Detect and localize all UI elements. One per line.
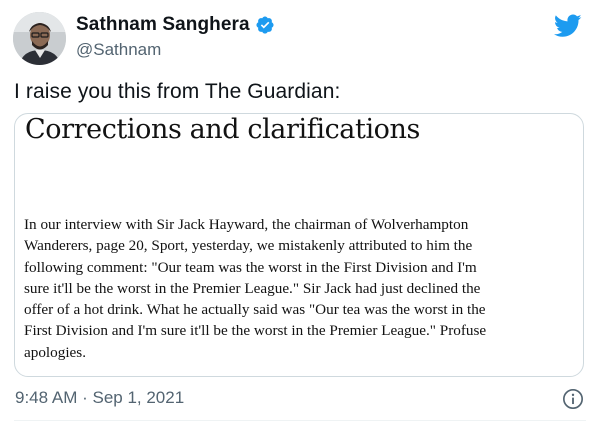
card-body-line: Wanderers, page 20, Sport, yesterday, we… bbox=[24, 237, 473, 255]
divider bbox=[14, 420, 586, 421]
avatar[interactable] bbox=[13, 12, 66, 65]
card-title: Corrections and clarifications bbox=[25, 114, 420, 145]
info-icon[interactable] bbox=[562, 388, 584, 410]
tweet-text: I raise you this from The Guardian: bbox=[14, 80, 341, 103]
author-display-name[interactable]: Sathnam Sanghera bbox=[76, 14, 250, 36]
timestamp[interactable]: 9:48 AM · Sep 1, 2021 bbox=[15, 388, 184, 408]
verified-badge-icon bbox=[256, 16, 274, 34]
author-name-row[interactable]: Sathnam Sanghera bbox=[76, 14, 275, 36]
card-body-line: sure it'll be the worst in the Premier L… bbox=[24, 279, 481, 297]
card-body: In our interview with Sir Jack Hayward, … bbox=[24, 214, 574, 363]
twitter-bird-icon[interactable] bbox=[554, 14, 582, 38]
author-handle[interactable]: @Sathnam bbox=[76, 40, 161, 60]
card-body-line: offer of a hot drink. What he actually s… bbox=[24, 301, 486, 319]
card-body-line: following comment: "Our team was the wor… bbox=[24, 258, 477, 276]
card-body-line: apologies. bbox=[24, 343, 87, 361]
card-body-line: First Division and I'm sure it'll be the… bbox=[24, 322, 487, 340]
tweet: Sathnam Sanghera @Sathnam I raise you th… bbox=[0, 0, 600, 432]
card-body-line: In our interview with Sir Jack Hayward, … bbox=[24, 216, 469, 233]
embedded-image-card[interactable]: Corrections and clarifications In our in… bbox=[14, 113, 584, 377]
